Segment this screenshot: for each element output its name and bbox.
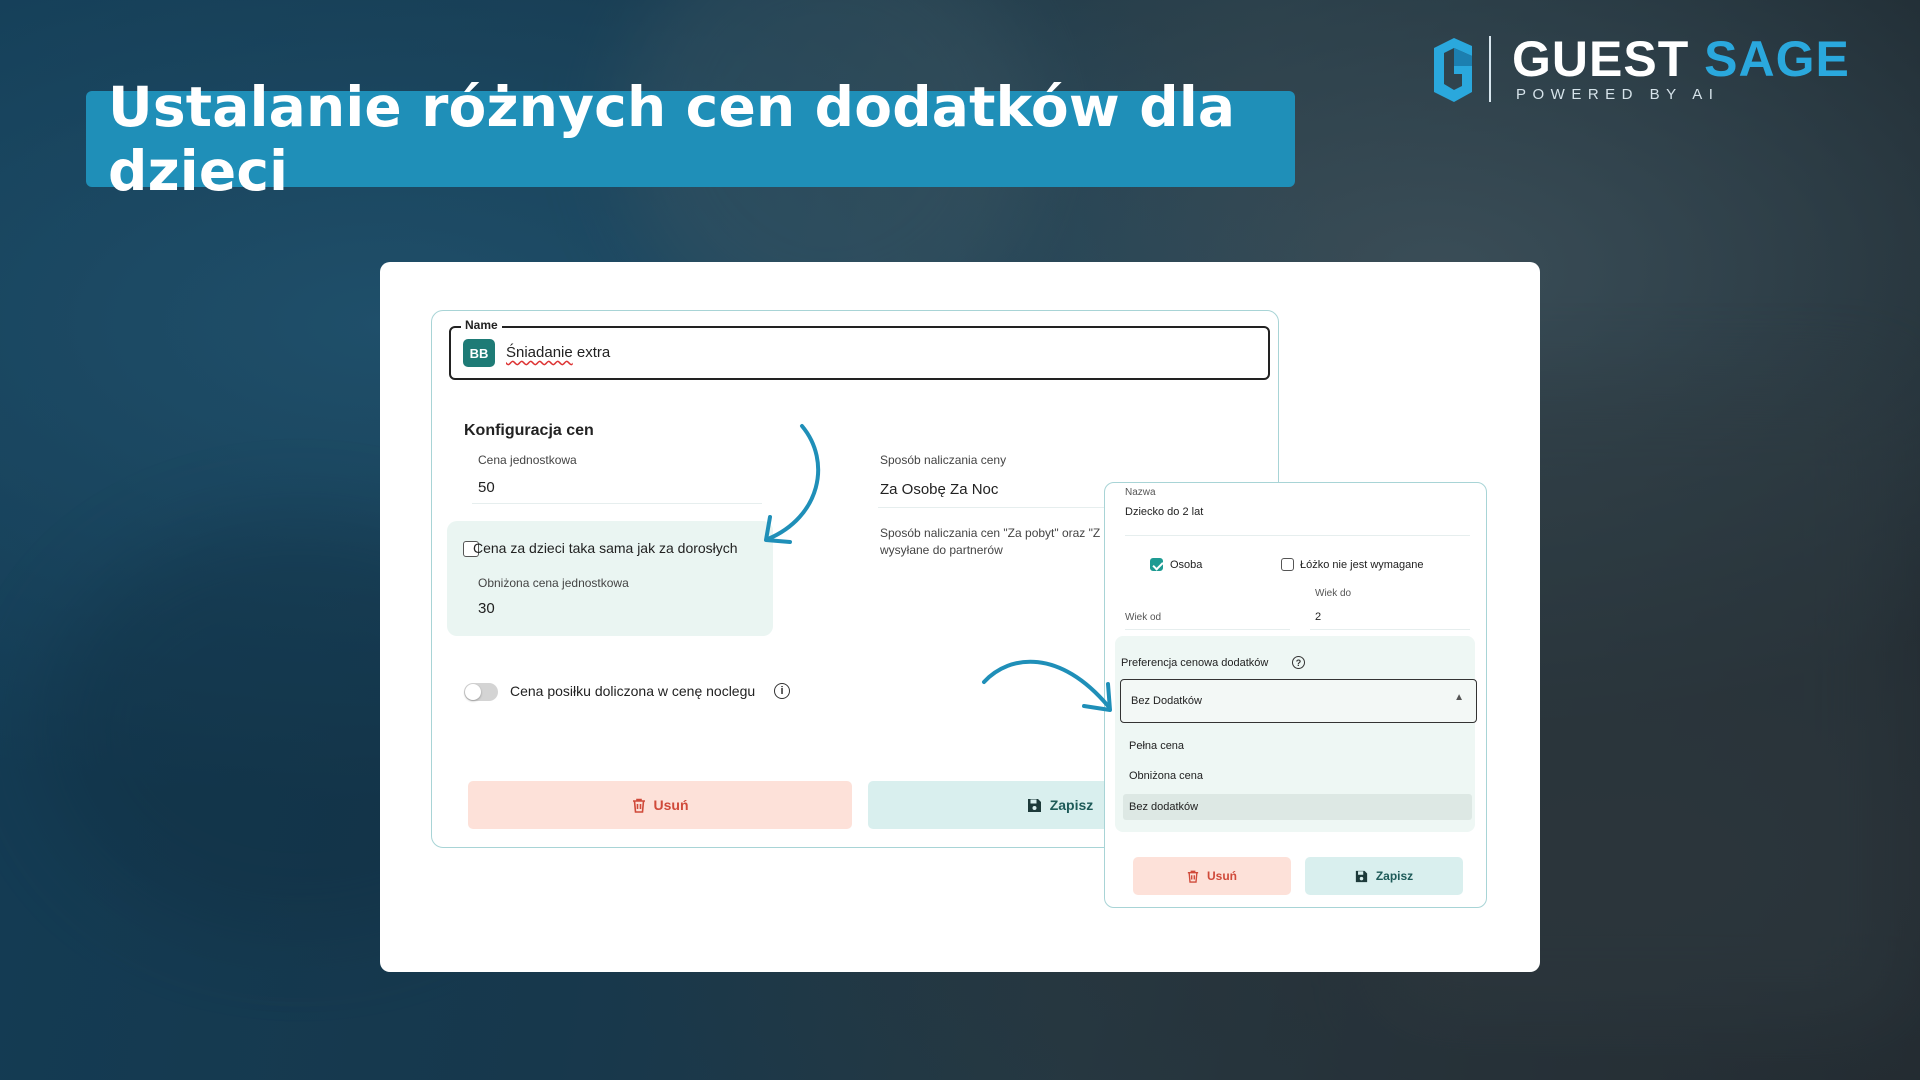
name-field[interactable]: Name BB Śniadanie extra (449, 318, 1270, 380)
popup-save-button[interactable]: Zapisz (1305, 857, 1463, 895)
annotation-arrow-icon (764, 424, 821, 544)
delete-button-label: Usuń (653, 797, 689, 813)
charging-note-line2: wysyłane do partnerów (880, 543, 1003, 557)
kids-same-price-label: Cena za dzieci taka sama jak za dorosłyc… (473, 540, 738, 556)
child-category-panel: Nazwa Dziecko do 2 lat Osoba Łóżko nie j… (1104, 482, 1487, 908)
floppy-disk-icon (1355, 870, 1367, 882)
screenshot-card: Name BB Śniadanie extra Konfiguracja cen… (380, 262, 1540, 972)
popup-name-input[interactable]: Dziecko do 2 lat (1125, 506, 1203, 518)
title-banner: Ustalanie różnych cen dodatków dla dziec… (86, 75, 1295, 203)
logo-tagline: POWERED BY AI (1516, 86, 1720, 103)
page-title: Ustalanie różnych cen dodatków dla dziec… (108, 75, 1236, 203)
price-preference-select[interactable]: Bez Dodatków ▲ (1120, 679, 1477, 723)
divider (472, 503, 762, 504)
floppy-disk-icon (1027, 798, 1041, 812)
unit-price-input[interactable]: 50 (478, 479, 495, 496)
chevron-up-icon: ▲ (1454, 692, 1464, 703)
name-value[interactable]: Śniadanie extra (506, 344, 610, 361)
popup-save-label: Zapisz (1375, 869, 1414, 883)
price-preference-label: Preferencja cenowa dodatków (1121, 657, 1269, 669)
info-icon[interactable]: i (774, 683, 790, 699)
age-from-label: Wiek od (1125, 612, 1162, 623)
price-preference-value: Bez Dodatków (1131, 695, 1202, 707)
reduced-price-label: Obniżona cena jednostkowa (478, 576, 629, 590)
person-checkbox[interactable] (1150, 558, 1163, 571)
charging-method-label: Sposób naliczania ceny (880, 453, 1007, 467)
option-no-addons[interactable]: Bez dodatków (1123, 794, 1472, 820)
divider (1125, 535, 1470, 536)
delete-button[interactable]: Usuń (468, 781, 852, 829)
age-to-input[interactable]: 2 (1315, 611, 1321, 623)
bed-not-required-checkbox[interactable] (1281, 558, 1294, 571)
avatar: BB (463, 339, 495, 367)
logo-separator (1489, 36, 1491, 102)
help-icon[interactable]: ? (1292, 656, 1305, 669)
divider (1310, 629, 1470, 630)
popup-delete-button[interactable]: Usuń (1133, 857, 1291, 895)
charging-note: Sposób naliczania cen "Za pobyt" oraz "Z (880, 526, 1101, 540)
reduced-price-input[interactable]: 30 (478, 600, 495, 617)
popup-name-label: Nazwa (1125, 487, 1156, 498)
trash-icon (1187, 870, 1199, 883)
name-field-label: Name (461, 318, 502, 332)
save-button-label: Zapisz (1049, 797, 1094, 813)
option-reduced-price[interactable]: Obniżona cena (1123, 763, 1472, 789)
logo-wordmark: GUEST SAGE (1512, 31, 1850, 87)
bed-not-required-label: Łóżko nie jest wymagane (1300, 559, 1424, 571)
popup-delete-label: Usuń (1207, 869, 1237, 883)
guest-sage-logo-icon (1434, 38, 1472, 102)
divider (1125, 629, 1290, 630)
charging-method-select[interactable]: Za Osobę Za Noc (880, 481, 998, 498)
annotation-arrow-icon (982, 659, 1112, 712)
guest-sage-logo: GUEST SAGE POWERED BY AI (1430, 30, 1850, 110)
meal-included-label: Cena posiłku doliczona w cenę noclegu (510, 683, 756, 699)
meal-included-toggle[interactable] (464, 683, 498, 701)
unit-price-label: Cena jednostkowa (478, 453, 577, 467)
age-to-label: Wiek do (1315, 588, 1352, 599)
trash-icon (632, 798, 645, 813)
option-full-price[interactable]: Pełna cena (1123, 733, 1472, 759)
section-title: Konfiguracja cen (464, 422, 594, 439)
person-label: Osoba (1170, 559, 1203, 571)
